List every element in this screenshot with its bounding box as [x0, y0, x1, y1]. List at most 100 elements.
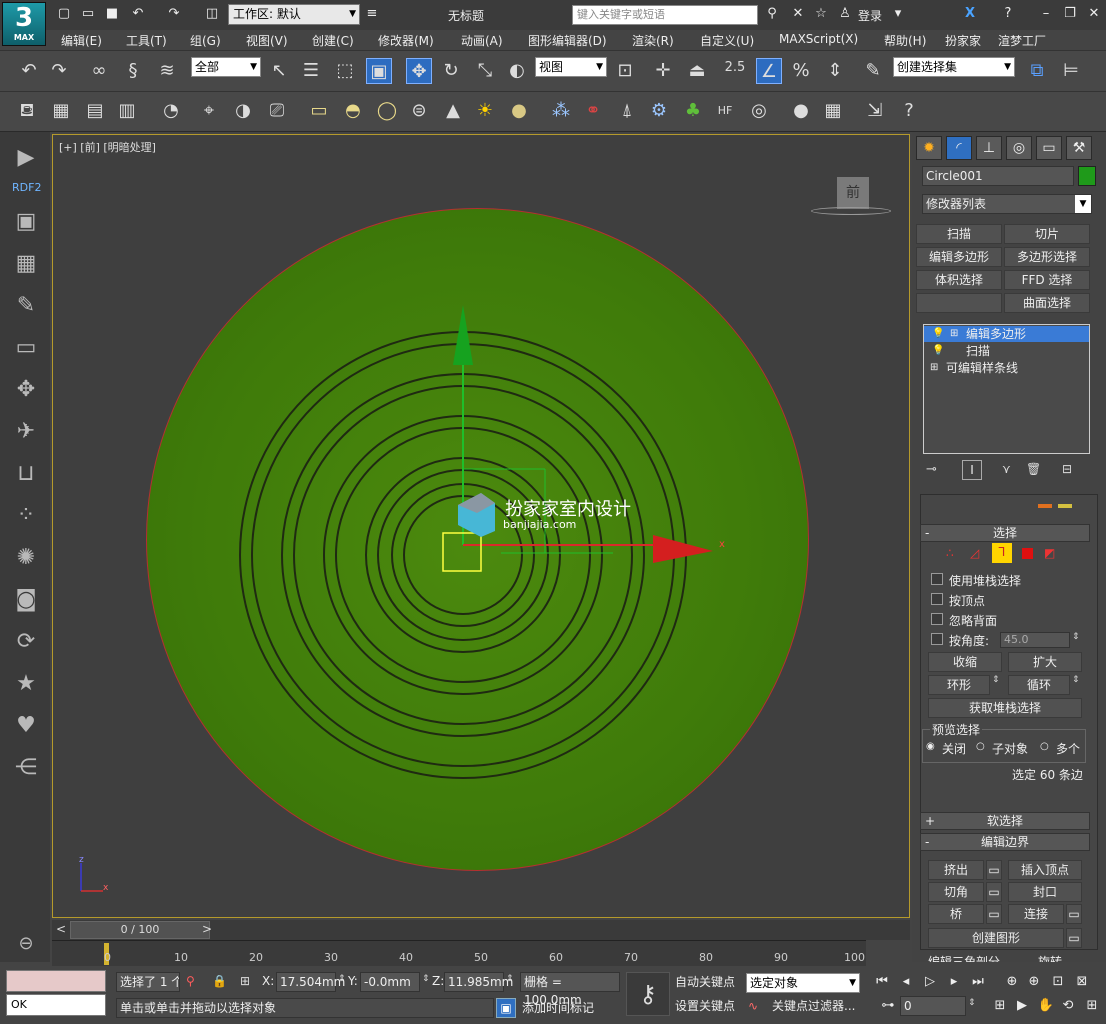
insert-vertex-button[interactable]: 插入顶点: [1008, 860, 1082, 880]
grass-icon[interactable]: ♣: [680, 98, 706, 124]
loop-button[interactable]: 循环: [1008, 675, 1070, 695]
go-to-start-icon[interactable]: ⏮: [872, 972, 892, 992]
time-config-icon[interactable]: ⊞: [990, 996, 1010, 1016]
spinner-arrows-icon[interactable]: ⇕: [1072, 632, 1080, 642]
remove-modifier-icon[interactable]: 🗑: [1026, 462, 1041, 476]
percent-snap-icon[interactable]: %: [788, 58, 814, 84]
select-link-icon[interactable]: ∞: [86, 58, 112, 84]
menu-customize[interactable]: 自定义(U): [700, 32, 754, 49]
project-folder-icon[interactable]: ◫: [204, 6, 220, 22]
auto-key-button[interactable]: 自动关键点: [675, 972, 735, 992]
by-vertex-checkbox[interactable]: [931, 593, 943, 605]
menu-graph-editors[interactable]: 图形编辑器(D): [528, 32, 607, 49]
time-next-button[interactable]: >: [202, 922, 212, 936]
select-by-name-icon[interactable]: ☰: [298, 58, 324, 84]
scatter-icon[interactable]: ⁂: [548, 98, 574, 124]
create-shape-button[interactable]: 创建图形: [928, 928, 1064, 948]
select-scale-icon[interactable]: ⤡: [472, 58, 498, 84]
material-editor-icon[interactable]: ▥: [114, 98, 140, 124]
edge-mode-icon[interactable]: ◿: [970, 546, 979, 560]
y-coord-field[interactable]: -0.0mm: [360, 972, 420, 992]
z-coord-field[interactable]: 11.985mm: [444, 972, 513, 992]
move-arrows-icon[interactable]: ✥: [11, 376, 41, 404]
select-move-icon[interactable]: ✥: [406, 58, 432, 84]
apps-icon[interactable]: ⁘: [11, 502, 41, 530]
border-mode-icon[interactable]: Ꞁ: [992, 543, 1012, 563]
mirror-icon[interactable]: ⧉: [1024, 58, 1050, 84]
monitor-icon[interactable]: ▭: [11, 334, 41, 362]
menu-animation[interactable]: 动画(A): [461, 32, 503, 49]
tab-utilities-icon[interactable]: ⚒: [1066, 136, 1092, 160]
named-selection-dropdown[interactable]: 创建选择集 ▼: [893, 57, 1015, 77]
modifier-surface-select-button[interactable]: 曲面选择: [1004, 293, 1090, 313]
pan-hand-icon[interactable]: ✋: [1036, 996, 1056, 1016]
element-mode-icon[interactable]: ◩: [1044, 546, 1055, 560]
lock-icon[interactable]: 🔒: [212, 974, 227, 988]
modifier-list-dropdown[interactable]: 修改器列表 ▼: [922, 194, 1092, 214]
key-filter-curve-icon[interactable]: ∿: [748, 999, 758, 1013]
edit-named-selection-icon[interactable]: ✎: [860, 58, 886, 84]
menu-view[interactable]: 视图(V): [246, 32, 288, 49]
hair-fur-icon[interactable]: HF: [712, 98, 738, 124]
get-stack-selection-button[interactable]: 获取堆栈选择: [928, 698, 1082, 718]
radio-multi[interactable]: ○: [1040, 741, 1049, 752]
help-circle-icon[interactable]: ?: [896, 98, 922, 124]
exchange-x-icon[interactable]: X: [962, 6, 978, 22]
menu-tools[interactable]: 工具(T): [126, 32, 167, 49]
undo-icon[interactable]: ↶: [130, 6, 146, 22]
ring-button[interactable]: 环形: [928, 675, 990, 695]
edit-triangulation-button[interactable]: 编辑三角剖分: [928, 952, 1018, 962]
shell-icon[interactable]: ◎: [746, 98, 772, 124]
half-sphere-icon[interactable]: ◑: [230, 98, 256, 124]
image-icon[interactable]: ▣: [11, 208, 41, 236]
back-icon[interactable]: ⊖: [11, 930, 41, 958]
modifier-poly-select-button[interactable]: 多边形选择: [1004, 247, 1090, 267]
y-spinner-icon[interactable]: ⇕: [422, 974, 430, 984]
play-icon[interactable]: ▷: [920, 972, 940, 992]
connect-settings-icon[interactable]: ▭: [1066, 904, 1082, 924]
front-viewport[interactable]: [+] [前] [明暗处理] x z x 前 扮家家室内设计 banjiajia…: [52, 134, 910, 918]
help-icon[interactable]: ?: [1000, 6, 1016, 22]
rollout-edit-borders-header[interactable]: - 编辑边界: [920, 833, 1090, 851]
chamfer-button[interactable]: 切角: [928, 882, 984, 902]
modifier-stack[interactable]: 💡 ⊞ 编辑多边形 💡 扫描 ⊞ 可编辑样条线: [923, 324, 1090, 454]
tab-hierarchy-icon[interactable]: ⊥: [976, 136, 1002, 160]
object-color-swatch[interactable]: [1078, 166, 1096, 186]
spinner-snap-icon[interactable]: ⇕: [822, 58, 848, 84]
frame-spinner-icon[interactable]: ⇕: [968, 998, 976, 1008]
current-frame-field[interactable]: 0: [900, 996, 966, 1016]
menu-modifiers[interactable]: 修改器(M): [378, 32, 434, 49]
lightbulb-icon[interactable]: 💡: [932, 343, 944, 359]
rotate-button[interactable]: 旋转: [1038, 952, 1082, 962]
rdf-play-icon[interactable]: ▶: [11, 144, 41, 172]
video-camera-icon[interactable]: ⎚: [264, 98, 290, 124]
brightness-icon[interactable]: ✺: [11, 544, 41, 572]
cap-button[interactable]: 封口: [1008, 882, 1082, 902]
show-end-result-icon[interactable]: I: [962, 460, 982, 480]
extrude-button[interactable]: 挤出: [928, 860, 984, 880]
x-coord-field[interactable]: 17.504mm: [276, 972, 345, 992]
modifier-slice-button[interactable]: 切片: [1004, 224, 1090, 244]
share-icon[interactable]: ⋲: [11, 754, 41, 782]
radio-off-selected[interactable]: ◉: [926, 741, 935, 752]
tab-modify-icon[interactable]: ◜: [946, 136, 972, 160]
disk-light-icon[interactable]: ●: [506, 98, 532, 124]
x-spinner-icon[interactable]: ⇕: [338, 974, 346, 984]
camera-icon[interactable]: ◙: [11, 586, 41, 614]
save-file-icon[interactable]: ■: [104, 6, 120, 22]
rendered-frame-icon[interactable]: ▤: [82, 98, 108, 124]
configure-sets-icon[interactable]: ⊟: [1062, 462, 1072, 476]
plane-icon[interactable]: ▭: [306, 98, 332, 124]
tab-display-icon[interactable]: ▭: [1036, 136, 1062, 160]
modifier-edit-poly-button[interactable]: 编辑多边形: [916, 247, 1002, 267]
stack-item-sweep[interactable]: 💡 扫描: [924, 343, 1089, 359]
z-spinner-icon[interactable]: ⇕: [506, 974, 514, 984]
gear-icon[interactable]: ⚙: [646, 98, 672, 124]
extrude-settings-icon[interactable]: ▭: [986, 860, 1002, 880]
proxy-icon[interactable]: ⍋: [614, 98, 640, 124]
select-place-icon[interactable]: ◐: [504, 58, 530, 84]
cone-icon[interactable]: ▲: [440, 98, 466, 124]
align-icon[interactable]: ⊨: [1058, 58, 1084, 84]
go-to-end-icon[interactable]: ⏭: [968, 972, 988, 992]
track-bar[interactable]: 0 10 20 30 40 50 60 70 80 90 100: [52, 940, 866, 966]
